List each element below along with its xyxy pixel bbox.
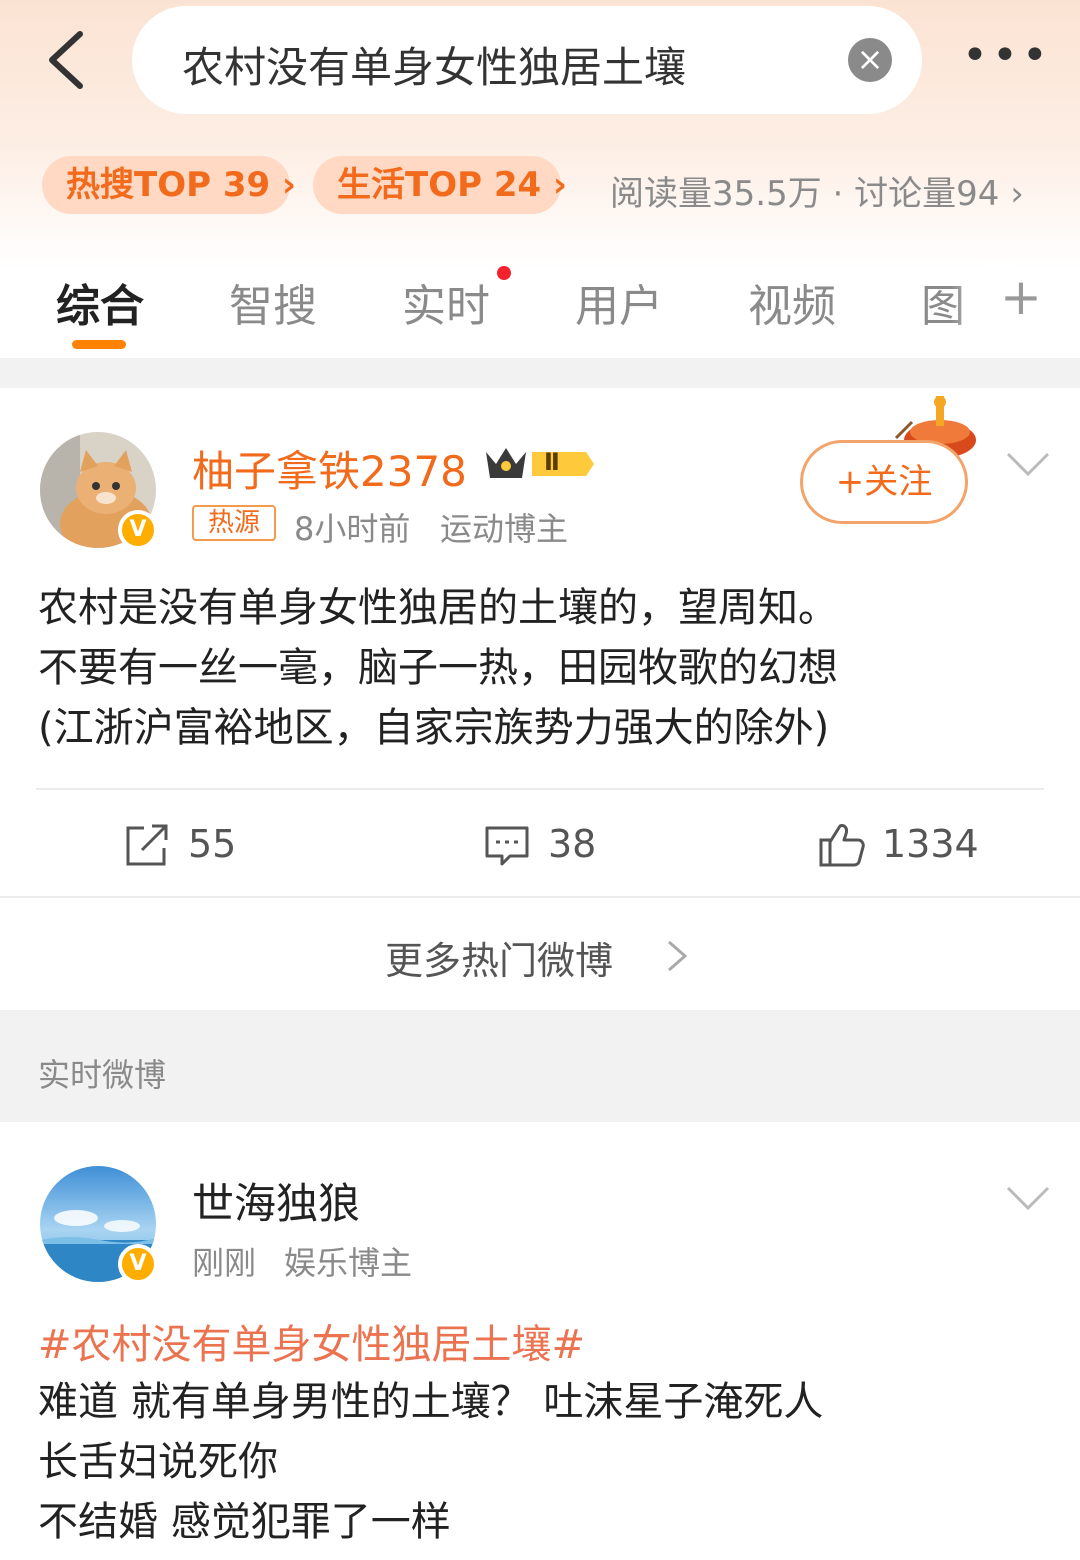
repost-button[interactable]: 55 (124, 818, 264, 874)
chevron-right-icon (668, 940, 688, 972)
like-count: 1334 (882, 822, 979, 866)
search-query: 农村没有单身女性独居土壤 (182, 43, 687, 92)
post-content-line: 农村是没有单身女性独居的土壤的，望周知。 (38, 585, 838, 631)
more-hot-label: 更多热门微博 (385, 939, 614, 983)
like-thumb-icon (819, 824, 865, 867)
repost-count: 55 (188, 822, 237, 866)
comment-icon (485, 826, 529, 866)
post-time: 刚刚 (192, 1244, 257, 1282)
back-button[interactable] (40, 28, 100, 92)
level-badge-text: Ⅱ (544, 448, 560, 476)
post-content-line: 长舌妇说死你 (38, 1439, 278, 1485)
section-divider (0, 358, 1080, 388)
follow-button[interactable]: +关注 (800, 440, 968, 524)
tab-smart-search[interactable]: 智搜 (229, 270, 317, 334)
add-tab-icon[interactable]: + (1000, 268, 1042, 326)
tab-comprehensive[interactable]: 综合 (56, 270, 144, 334)
post-time: 8小时前 (294, 510, 411, 548)
comment-count: 38 (548, 822, 597, 866)
hot-search-rank-pill[interactable]: 热搜TOP 39 › (42, 156, 296, 214)
post-username[interactable]: 柚子拿铁2378 (192, 438, 467, 499)
chevron-down-icon[interactable] (1004, 1182, 1052, 1214)
back-arrow-icon (49, 31, 83, 89)
user-category: 运动博主 (440, 510, 569, 548)
action-divider (0, 896, 1080, 898)
crown-level-icon: Ⅱ (482, 444, 598, 484)
user-category: 娱乐博主 (284, 1244, 413, 1282)
realtime-notification-dot (497, 266, 511, 280)
realtime-section-title: 实时微博 (38, 1056, 167, 1094)
active-tab-indicator (72, 340, 126, 349)
topic-stats[interactable]: 阅读量35.5万 · 讨论量94 › (610, 166, 1024, 215)
post-content-line: 难道 就有单身男性的土壤？ 吐沫星子淹死人 (38, 1379, 824, 1425)
verified-badge-icon: V (118, 1244, 158, 1284)
verified-badge-icon: V (118, 510, 158, 550)
tab-video[interactable]: 视频 (748, 270, 836, 334)
topic-hashtag-link[interactable]: #农村没有单身女性独居土壤# (38, 1312, 585, 1370)
post-content-line: 不结婚 感觉犯罪了一样 (38, 1499, 451, 1545)
more-options-icon[interactable]: ••• (962, 34, 1048, 78)
post-username[interactable]: 世海独狼 (192, 1170, 360, 1231)
like-button[interactable]: 1334 (818, 818, 998, 874)
tab-users[interactable]: 用户 (575, 270, 663, 334)
hot-source-tag: 热源 (192, 505, 276, 541)
clear-search-icon[interactable]: × (848, 38, 892, 82)
post-divider (36, 788, 1044, 790)
post-content-line: 不要有一丝一毫，脑子一热，田园牧歌的幻想 (38, 645, 838, 691)
repost-icon (126, 824, 168, 866)
comment-button[interactable]: 38 (484, 818, 624, 874)
chevron-down-icon[interactable] (1004, 448, 1052, 480)
more-hot-posts-link[interactable]: 更多热门微博 (385, 930, 688, 985)
life-rank-pill[interactable]: 生活TOP 24 › (313, 156, 567, 214)
tab-realtime[interactable]: 实时 (402, 270, 490, 334)
post-content-line: (江浙沪富裕地区，自家宗族势力强大的除外) (38, 705, 830, 751)
search-input[interactable]: 农村没有单身女性独居土壤 × (132, 6, 922, 114)
crown-badge-icon (486, 448, 594, 478)
